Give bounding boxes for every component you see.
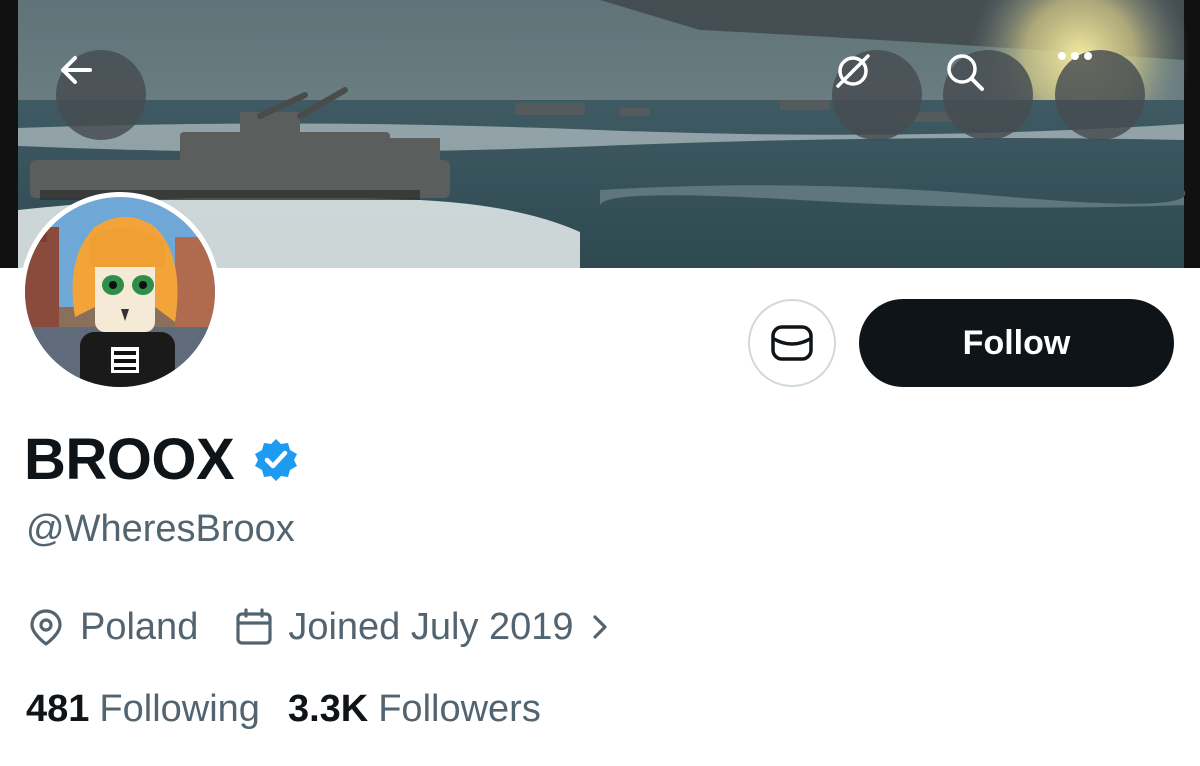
arrow-left-icon bbox=[61, 56, 92, 84]
profile-display-name: BROOX bbox=[24, 424, 300, 494]
following-link[interactable]: 481 Following bbox=[26, 688, 260, 731]
following-label: Following bbox=[99, 687, 260, 730]
avatar-image bbox=[25, 197, 215, 387]
followers-count: 3.3K bbox=[287, 687, 369, 730]
followers-label: Followers bbox=[378, 687, 541, 730]
chevron-right-icon bbox=[592, 615, 607, 639]
display-name-text: BROOX bbox=[24, 426, 235, 492]
back-button[interactable] bbox=[56, 50, 146, 140]
search-button[interactable] bbox=[943, 50, 1033, 140]
envelope-icon bbox=[771, 325, 813, 361]
joined-text: Joined July 2019 bbox=[288, 605, 574, 648]
profile-meta: Poland Joined July 2019 bbox=[26, 604, 624, 650]
grok-button[interactable] bbox=[832, 50, 922, 140]
calendar-icon bbox=[236, 608, 272, 645]
grok-icon bbox=[836, 54, 870, 88]
message-button[interactable] bbox=[748, 299, 836, 387]
followers-link[interactable]: 3.3K Followers bbox=[288, 688, 541, 731]
joined-item[interactable]: Joined July 2019 bbox=[234, 606, 623, 649]
more-dots-icon bbox=[1058, 52, 1092, 60]
search-icon bbox=[947, 54, 984, 91]
location-item: Poland bbox=[26, 606, 198, 649]
following-count: 481 bbox=[26, 687, 90, 730]
map-pin-icon bbox=[30, 609, 62, 646]
follow-button[interactable]: Follow bbox=[859, 299, 1174, 387]
avatar[interactable] bbox=[20, 192, 220, 392]
profile-handle: @WheresBroox bbox=[26, 508, 295, 550]
verified-badge-icon[interactable] bbox=[252, 436, 300, 489]
follow-counts: 481 Following 3.3K Followers bbox=[26, 686, 541, 732]
more-options-button[interactable] bbox=[1055, 50, 1145, 140]
location-text: Poland bbox=[80, 605, 199, 648]
